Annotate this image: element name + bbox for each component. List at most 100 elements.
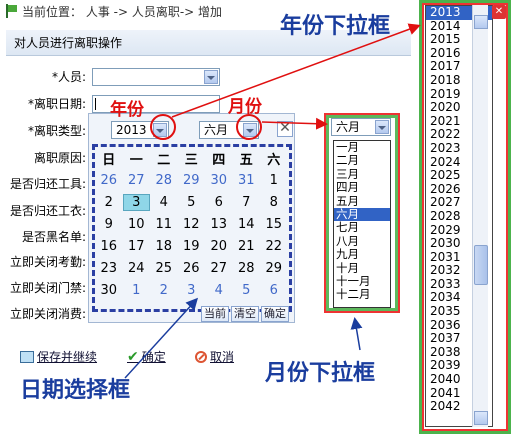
month-option[interactable]: 九月 — [334, 247, 390, 261]
calendar-week: 26 27 28 29 30 31 1 — [95, 169, 289, 191]
calendar-day[interactable]: 7 — [233, 195, 261, 210]
month-option[interactable]: 三月 — [334, 167, 390, 181]
form-label: 立即关闭门禁: — [9, 281, 86, 295]
month-option[interactable]: 一月 — [334, 140, 390, 154]
annotation-year-dropdown: 年份下拉框 — [280, 14, 391, 39]
close-icon[interactable]: ✕ — [492, 5, 506, 19]
person-select[interactable] — [92, 68, 220, 86]
form-label: *离职日期: — [27, 97, 86, 111]
calendar-day[interactable]: 13 — [205, 217, 233, 232]
form-label: 是否归还工具: — [9, 177, 86, 191]
today-button[interactable]: 当前 — [201, 306, 229, 322]
month-value: 六月 — [204, 123, 229, 137]
date-picker-footer: 当前 清空 确定 — [201, 306, 289, 322]
calendar-day[interactable]: 6 — [205, 195, 233, 210]
weekday-label: 三 — [184, 152, 198, 168]
calendar-day[interactable]: 9 — [95, 217, 123, 232]
calendar-day[interactable]: 27 — [205, 261, 233, 276]
weekday-label: 五 — [239, 152, 253, 168]
month-option[interactable]: 十一月 — [334, 274, 390, 288]
month-dropdown-value: 六月 — [336, 120, 361, 134]
calendar-day[interactable]: 26 — [95, 173, 123, 188]
cancel-label: 取消 — [210, 350, 235, 364]
weekday-label: 日 — [102, 152, 116, 168]
annotation-year: 年份 — [110, 100, 144, 120]
calendar-day[interactable]: 21 — [233, 239, 261, 254]
month-option[interactable]: 十月 — [334, 261, 390, 275]
calendar-day[interactable]: 20 — [205, 239, 233, 254]
month-option[interactable]: 十二月 — [334, 287, 390, 301]
calendar-day[interactable]: 10 — [123, 217, 151, 232]
confirm-label: 确定 — [141, 350, 166, 364]
calendar-day[interactable]: 5 — [178, 195, 206, 210]
form-label: 离职原因: — [33, 151, 86, 165]
annotation-month: 月份 — [228, 97, 262, 117]
calendar-day[interactable]: 22 — [260, 239, 288, 254]
form-label: 是否黑名单: — [21, 230, 86, 244]
calendar-day[interactable]: 27 — [123, 173, 151, 188]
save-continue-label: 保存并继续 — [37, 350, 98, 364]
calendar-day[interactable]: 16 — [95, 239, 123, 254]
calendar-day[interactable]: 29 — [260, 261, 288, 276]
calendar-day[interactable]: 31 — [233, 173, 261, 188]
calendar-day[interactable]: 1 — [260, 173, 288, 188]
calendar-day[interactable]: 3 — [122, 193, 150, 211]
calendar-day[interactable]: 15 — [260, 217, 288, 232]
calendar-day[interactable]: 28 — [233, 261, 261, 276]
month-option[interactable]: 六月 — [334, 207, 390, 222]
month-option[interactable]: 八月 — [334, 234, 390, 248]
calendar-week: 23 24 25 26 27 28 29 — [95, 257, 289, 279]
calendar-day[interactable]: 8 — [260, 195, 288, 210]
calendar-day[interactable]: 4 — [205, 283, 233, 298]
calendar-day[interactable]: 24 — [123, 261, 151, 276]
date-picker: 2013 六月 ✕ 日一二三四五六 26 27 28 29 30 31 1 2 3 4 5 6 7 8 9 10… — [88, 113, 295, 323]
month-options-list[interactable]: 一月 二月 三月 四月 五月 六月 七月 八月 九月 十月 十一月 十二月 — [333, 140, 391, 308]
weekday-label: 四 — [212, 152, 226, 168]
cancel-button[interactable]: 取消 — [195, 348, 234, 365]
calendar-grid: 日一二三四五六 26 27 28 29 30 31 1 2 3 4 5 6 7 8 9 10 11 12 13 14 15… — [92, 144, 292, 312]
calendar-day[interactable]: 19 — [178, 239, 206, 254]
calendar-day[interactable]: 14 — [233, 217, 261, 232]
month-option[interactable]: 五月 — [334, 194, 390, 208]
calendar-day[interactable]: 4 — [150, 195, 178, 210]
calendar-day[interactable]: 29 — [178, 173, 206, 188]
calendar-day[interactable]: 17 — [123, 239, 151, 254]
calendar-day[interactable]: 2 — [95, 195, 123, 210]
calendar-day[interactable]: 30 — [95, 283, 123, 298]
calendar-day[interactable]: 2 — [150, 283, 178, 298]
weekday-label: 一 — [129, 152, 143, 168]
calendar-week: 2345678 — [95, 191, 289, 213]
calendar-day[interactable]: 25 — [150, 261, 178, 276]
year-list-scrollbar[interactable] — [472, 5, 488, 427]
save-continue-button[interactable]: 保存并继续 — [20, 348, 97, 365]
calendar-day[interactable]: 26 — [178, 261, 206, 276]
calendar-day[interactable]: 23 — [95, 261, 123, 276]
flag-icon — [6, 4, 18, 18]
calendar-day[interactable]: 30 — [205, 173, 233, 188]
annotation-date-picker: 日期选择框 — [20, 378, 131, 403]
calendar-day[interactable]: 6 — [260, 283, 288, 298]
calendar-day[interactable]: 18 — [150, 239, 178, 254]
chevron-down-icon[interactable] — [375, 120, 389, 134]
scroll-thumb[interactable] — [474, 245, 488, 285]
form-label: 立即关闭消费: — [9, 307, 86, 321]
calendar-day[interactable]: 11 — [150, 217, 178, 232]
scroll-down-icon[interactable] — [474, 411, 488, 425]
chevron-down-icon[interactable] — [204, 70, 218, 84]
text-caret — [95, 98, 96, 110]
month-chevron-highlight — [236, 114, 262, 140]
month-option[interactable]: 七月 — [334, 220, 390, 234]
month-option[interactable]: 二月 — [334, 153, 390, 167]
calendar-day[interactable]: 12 — [178, 217, 206, 232]
calendar-day[interactable]: 1 — [123, 283, 151, 298]
month-dropdown[interactable]: 六月 — [331, 118, 391, 136]
month-option[interactable]: 四月 — [334, 180, 390, 194]
calendar-day[interactable]: 3 — [178, 283, 206, 298]
ok-button[interactable]: 确定 — [261, 306, 289, 322]
calendar-day[interactable]: 5 — [233, 283, 261, 298]
calendar-day[interactable]: 28 — [150, 173, 178, 188]
scroll-up-icon[interactable] — [474, 15, 488, 29]
confirm-button[interactable]: ✔ 确定 — [127, 348, 166, 365]
clear-button[interactable]: 清空 — [231, 306, 259, 322]
close-icon[interactable]: ✕ — [277, 121, 293, 137]
